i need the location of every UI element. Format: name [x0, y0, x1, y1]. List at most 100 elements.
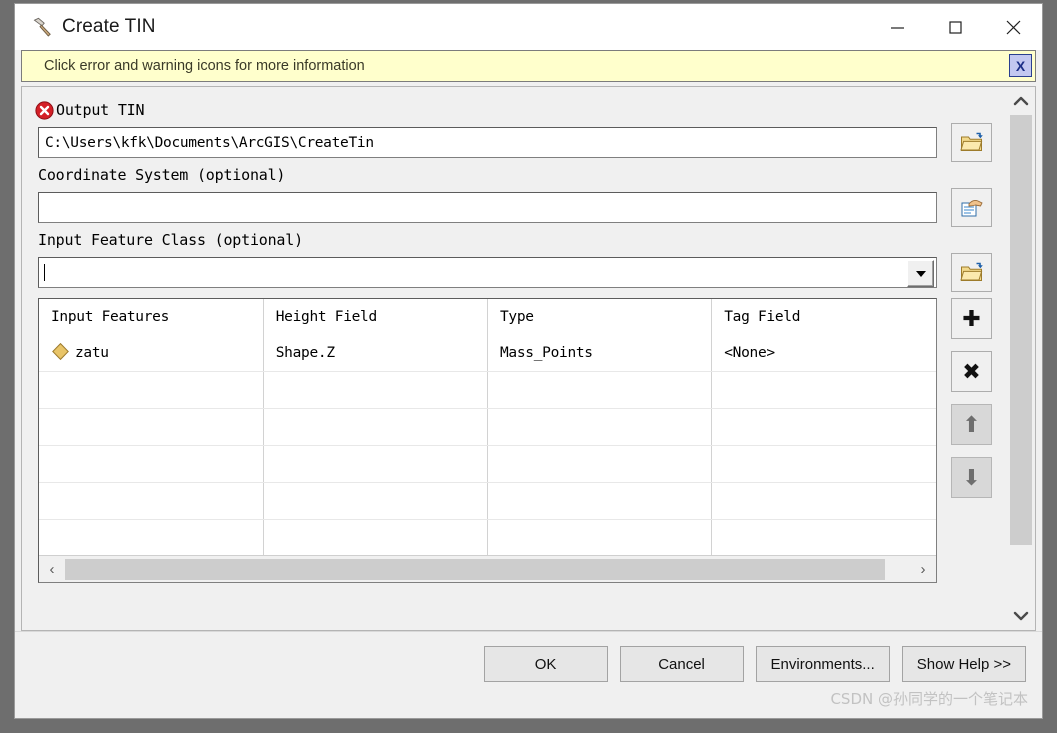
- coordinate-system-label-row: Coordinate System (optional): [38, 162, 992, 188]
- cell-empty[interactable]: [39, 519, 264, 555]
- cell-empty[interactable]: [39, 445, 264, 483]
- cell-empty[interactable]: [263, 371, 489, 409]
- column-header-height-field[interactable]: Height Field: [263, 299, 489, 335]
- create-tin-dialog: Create TIN Click error and warning icons…: [14, 3, 1043, 719]
- column-header-tag-field[interactable]: Tag Field: [712, 299, 936, 335]
- dialog-body: Output TIN C:\Users\kfk\Documents\ArcGIS…: [15, 82, 1042, 631]
- table-tools: ✚ ✖ ⬆ ⬇: [951, 298, 992, 510]
- warning-close-button[interactable]: X: [1009, 54, 1032, 77]
- coordinate-system-label: Coordinate System (optional): [38, 166, 286, 184]
- text-caret: [44, 264, 45, 281]
- table-horizontal-scrollbar[interactable]: ‹ ›: [39, 555, 936, 582]
- cell-empty[interactable]: [263, 408, 489, 446]
- cell-tag-field[interactable]: <None>: [711, 335, 936, 372]
- cell-empty[interactable]: [711, 408, 936, 446]
- vscroll-thumb[interactable]: [1009, 115, 1032, 545]
- scroll-up-icon[interactable]: [1006, 87, 1036, 115]
- show-help-button[interactable]: Show Help >>: [901, 646, 1026, 682]
- coordinate-system-field-block: Coordinate System (optional): [22, 162, 1006, 227]
- cell-empty[interactable]: [711, 371, 936, 409]
- environments-button[interactable]: Environments...: [755, 646, 890, 682]
- output-tin-label: Output TIN: [56, 101, 145, 119]
- maximize-button[interactable]: [926, 4, 984, 50]
- column-header-type[interactable]: Type: [487, 299, 713, 335]
- table-grid: Input Features Height Field Type Tag Fie…: [39, 299, 936, 555]
- coordinate-system-input[interactable]: [38, 192, 937, 223]
- table-row[interactable]: zatu Shape.Z Mass_Points <None>: [39, 335, 936, 372]
- input-features-table: Input Features Height Field Type Tag Fie…: [38, 298, 937, 583]
- input-feature-class-row: [38, 253, 992, 292]
- cell-empty[interactable]: [39, 482, 264, 520]
- cell-empty[interactable]: [487, 519, 713, 555]
- scroll-left-icon[interactable]: ‹: [39, 557, 65, 582]
- cell-empty[interactable]: [487, 408, 713, 446]
- cell-empty[interactable]: [711, 519, 936, 555]
- move-down-button[interactable]: ⬇: [951, 457, 992, 498]
- warning-bar: Click error and warning icons for more i…: [21, 50, 1036, 82]
- minimize-button[interactable]: [868, 4, 926, 50]
- hscroll-track[interactable]: [65, 557, 910, 582]
- dialog-footer: OK Cancel Environments... Show Help >> CSDN…: [15, 631, 1042, 718]
- warning-bar-container: Click error and warning icons for more i…: [15, 50, 1042, 82]
- point-feature-diamond-icon: [51, 342, 70, 365]
- coordinate-system-browse-button[interactable]: [951, 188, 992, 227]
- cell-input-features[interactable]: zatu: [39, 335, 264, 372]
- output-tin-field-block: Output TIN C:\Users\kfk\Documents\ArcGIS…: [22, 97, 1006, 162]
- cell-input-features-label: zatu: [75, 345, 109, 361]
- coordinate-system-row: [38, 188, 992, 227]
- scroll-down-icon[interactable]: [1006, 602, 1036, 630]
- table-row-empty[interactable]: [39, 445, 936, 483]
- move-up-button[interactable]: ⬆: [951, 404, 992, 445]
- error-icon[interactable]: [35, 100, 54, 120]
- watermark: CSDN @孙同学的一个笔记本: [830, 690, 1028, 708]
- plus-icon: ✚: [962, 305, 981, 331]
- vscroll-track[interactable]: [1006, 115, 1036, 602]
- cancel-button[interactable]: Cancel: [619, 646, 744, 682]
- output-tin-label-row: Output TIN: [35, 97, 992, 123]
- output-tin-browse-button[interactable]: [951, 123, 992, 162]
- cell-empty[interactable]: [711, 482, 936, 520]
- window-title: Create TIN: [62, 16, 156, 37]
- table-row-empty[interactable]: [39, 408, 936, 446]
- cell-empty[interactable]: [39, 408, 264, 446]
- output-tin-input[interactable]: C:\Users\kfk\Documents\ArcGIS\CreateTin: [38, 127, 937, 158]
- cross-icon: ✖: [962, 358, 981, 384]
- arrow-up-icon: ⬆: [962, 411, 981, 437]
- footer-button-group: OK Cancel Environments... Show Help >>: [483, 646, 1026, 682]
- input-feature-class-field-block: Input Feature Class (optional): [22, 227, 1006, 292]
- cell-empty[interactable]: [263, 445, 489, 483]
- cell-type[interactable]: Mass_Points: [487, 335, 713, 372]
- cell-height-field[interactable]: Shape.Z: [263, 335, 489, 372]
- input-feature-class-browse-button[interactable]: [951, 253, 992, 292]
- input-features-table-zone: Input Features Height Field Type Tag Fie…: [22, 292, 1006, 583]
- cell-empty[interactable]: [39, 371, 264, 409]
- hscroll-thumb[interactable]: [65, 558, 885, 580]
- ok-button[interactable]: OK: [483, 646, 608, 682]
- close-button[interactable]: [984, 4, 1042, 50]
- input-feature-class-label: Input Feature Class (optional): [38, 231, 303, 249]
- table-header-row: Input Features Height Field Type Tag Fie…: [39, 299, 936, 335]
- cell-empty[interactable]: [263, 482, 489, 520]
- table-row-empty[interactable]: [39, 371, 936, 409]
- hammer-icon: [31, 16, 53, 38]
- arrow-down-icon: ⬇: [962, 464, 981, 490]
- table-row-empty[interactable]: [39, 519, 936, 555]
- cell-empty[interactable]: [263, 519, 489, 555]
- output-tin-row: C:\Users\kfk\Documents\ArcGIS\CreateTin: [38, 123, 992, 162]
- cell-empty[interactable]: [487, 445, 713, 483]
- scroll-right-icon[interactable]: ›: [910, 557, 936, 582]
- cell-empty[interactable]: [711, 445, 936, 483]
- form-vertical-scrollbar[interactable]: [1006, 86, 1036, 631]
- add-row-button[interactable]: ✚: [951, 298, 992, 339]
- parameter-form: Output TIN C:\Users\kfk\Documents\ArcGIS…: [21, 86, 1006, 631]
- column-header-input-features[interactable]: Input Features: [39, 299, 264, 335]
- window-controls: [868, 4, 1042, 50]
- input-feature-class-combobox[interactable]: [38, 257, 937, 288]
- title-bar: Create TIN: [15, 4, 1042, 50]
- input-feature-class-label-row: Input Feature Class (optional): [38, 227, 992, 253]
- chevron-down-icon[interactable]: [907, 260, 934, 287]
- remove-row-button[interactable]: ✖: [951, 351, 992, 392]
- cell-empty[interactable]: [487, 482, 713, 520]
- cell-empty[interactable]: [487, 371, 713, 409]
- table-row-empty[interactable]: [39, 482, 936, 520]
